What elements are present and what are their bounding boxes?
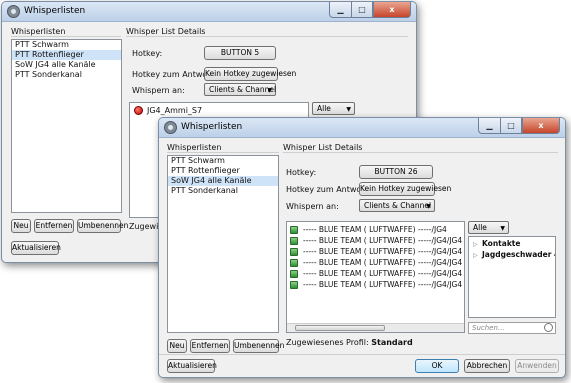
- target-row-text: ----- BLUE TEAM ( LUFTWAFFE) -----/JG4/J…: [303, 269, 465, 278]
- maximize-button[interactable]: □: [500, 118, 522, 134]
- chevron-down-icon: ▼: [346, 106, 351, 113]
- back-window-title: Whisperlisten: [24, 6, 86, 16]
- red-status-icon: [134, 106, 143, 115]
- search-placeholder: Suchen...: [472, 324, 505, 332]
- front-window-title: Whisperlisten: [181, 122, 243, 132]
- back-titlebar[interactable]: Whisperlisten ▁ □ x: [2, 2, 416, 22]
- list-item[interactable]: PTT Schwarm: [168, 156, 278, 166]
- client-icon: [290, 281, 298, 289]
- target-row[interactable]: ----- BLUE TEAM ( LUFTWAFFE) -----/JG4/J…: [287, 236, 464, 246]
- teamspeak-icon: [164, 121, 177, 134]
- expand-arrow-icon[interactable]: ▷: [473, 240, 482, 250]
- client-icon: [290, 270, 298, 278]
- target-row[interactable]: ----- BLUE TEAM ( LUFTWAFFE) -----/JG4/J…: [287, 280, 464, 290]
- details-title: Whisper List Details: [126, 27, 206, 36]
- whisper-to-value: Clients & Channel: [209, 85, 277, 94]
- list-item[interactable]: PTT Schwarm: [12, 40, 121, 50]
- refresh-button[interactable]: Aktualisieren: [11, 241, 61, 255]
- tree-item-group[interactable]: ▷ Jagdgeschwader 4: [473, 250, 555, 261]
- hotkey-label: Hotkey:: [286, 168, 317, 177]
- new-button[interactable]: Neu: [11, 219, 31, 233]
- search-input[interactable]: Suchen...: [468, 322, 556, 334]
- whisper-list[interactable]: PTT Schwarm PTT Rottenflieger SoW JG4 al…: [11, 39, 122, 213]
- list-item[interactable]: SoW JG4 alle Kanäle: [12, 60, 121, 70]
- hotkey-label: Hotkey:: [132, 49, 163, 58]
- target-row-text: ----- BLUE TEAM ( LUFTWAFFE) -----/JG4/J…: [303, 236, 465, 245]
- details-title: Whisper List Details: [283, 143, 363, 152]
- scrollbar-thumb[interactable]: [295, 325, 385, 331]
- filter-value: Alle: [473, 223, 487, 232]
- front-window: Whisperlisten ▁ □ x Whisperlisten PTT Sc…: [158, 117, 566, 378]
- target-entry[interactable]: JG4_Ammi_S7: [147, 106, 202, 115]
- list-title: Whisperlisten: [11, 27, 66, 36]
- target-row-text: ----- BLUE TEAM ( LUFTWAFFE) -----/JG4: [303, 225, 447, 234]
- list-item-selected[interactable]: PTT Rottenflieger: [12, 50, 121, 60]
- rename-button[interactable]: Umbenennen: [233, 339, 284, 353]
- cancel-button[interactable]: Abbrechen: [464, 359, 510, 373]
- whisper-list[interactable]: PTT Schwarm PTT Rottenflieger SoW JG4 al…: [167, 155, 279, 333]
- list-item[interactable]: PTT Sonderkanal: [168, 186, 278, 196]
- chevron-down-icon: ▼: [267, 87, 272, 94]
- list-item-selected[interactable]: SoW JG4 alle Kanäle: [168, 176, 278, 186]
- list-title: Whisperlisten: [167, 143, 222, 152]
- filter-select[interactable]: Alle ▼: [312, 102, 355, 115]
- whisper-to-value: Clients & Channel: [364, 201, 432, 210]
- filter-value: Alle: [317, 104, 331, 113]
- contacts-tree[interactable]: ▷ Kontakte ▷ Jagdgeschwader 4: [468, 236, 556, 318]
- new-button[interactable]: Neu: [167, 339, 187, 353]
- apply-button[interactable]: Anwenden: [515, 359, 559, 373]
- hotkey-button[interactable]: BUTTON 5: [204, 46, 276, 60]
- target-row[interactable]: ----- BLUE TEAM ( LUFTWAFFE) -----/JG4/J…: [287, 258, 464, 268]
- assigned-profile-label: Zugewiesenes Profil: Standard: [286, 338, 413, 347]
- close-button[interactable]: x: [373, 2, 411, 18]
- rename-button[interactable]: Umbenennen: [77, 219, 128, 233]
- tree-item-contacts[interactable]: ▷ Kontakte: [473, 239, 520, 249]
- reply-hotkey-button[interactable]: Kein Hotkey zugewiesen: [204, 67, 296, 81]
- reply-hotkey-button[interactable]: Kein Hotkey zugewiesen: [359, 182, 451, 196]
- chevron-down-icon: ▼: [500, 225, 505, 232]
- hotkey-button[interactable]: BUTTON 26: [359, 165, 433, 179]
- remove-button[interactable]: Entfernen: [34, 219, 74, 233]
- list-item[interactable]: PTT Rottenflieger: [168, 166, 278, 176]
- target-row[interactable]: ----- BLUE TEAM ( LUFTWAFFE) -----/JG4/J…: [287, 247, 464, 257]
- search-icon[interactable]: [544, 323, 553, 332]
- client-icon: [290, 226, 298, 234]
- target-row-text: ----- BLUE TEAM ( LUFTWAFFE) -----/JG4/J…: [303, 247, 465, 256]
- whisper-to-label: Whispern an:: [286, 202, 339, 211]
- teamspeak-icon: [7, 5, 20, 18]
- chevron-down-icon: ▼: [426, 203, 431, 210]
- target-row-text: ----- BLUE TEAM ( LUFTWAFFE) -----/JG4/J…: [303, 258, 465, 267]
- minimize-button[interactable]: ▁: [329, 2, 351, 18]
- ok-button[interactable]: OK: [415, 359, 459, 373]
- target-row-text: ----- BLUE TEAM ( LUFTWAFFE) -----/JG4/J…: [303, 280, 465, 289]
- client-icon: [290, 259, 298, 267]
- maximize-button[interactable]: □: [351, 2, 373, 18]
- whisper-to-label: Whispern an:: [132, 86, 185, 95]
- whisper-to-select[interactable]: Clients & Channel ▼: [204, 83, 276, 96]
- target-row[interactable]: ----- BLUE TEAM ( LUFTWAFFE) -----/JG4: [287, 225, 464, 235]
- assigned-profile-value: Standard: [371, 338, 413, 347]
- filter-select[interactable]: Alle ▼: [468, 221, 509, 234]
- minimize-button[interactable]: ▁: [478, 118, 500, 134]
- close-button[interactable]: x: [522, 118, 560, 134]
- list-item[interactable]: PTT Sonderkanal: [12, 70, 121, 80]
- front-titlebar[interactable]: Whisperlisten ▁ □ x: [159, 118, 565, 138]
- target-row[interactable]: ----- BLUE TEAM ( LUFTWAFFE) -----/JG4/J…: [287, 269, 464, 279]
- remove-button[interactable]: Entfernen: [190, 339, 230, 353]
- horizontal-scrollbar[interactable]: [287, 323, 464, 332]
- refresh-button[interactable]: Aktualisieren: [167, 359, 217, 373]
- whisper-to-select[interactable]: Clients & Channel ▼: [359, 199, 435, 212]
- client-icon: [290, 248, 298, 256]
- expand-arrow-icon[interactable]: ▷: [473, 251, 482, 261]
- client-icon: [290, 237, 298, 245]
- target-list[interactable]: ----- BLUE TEAM ( LUFTWAFFE) -----/JG4 -…: [286, 221, 465, 333]
